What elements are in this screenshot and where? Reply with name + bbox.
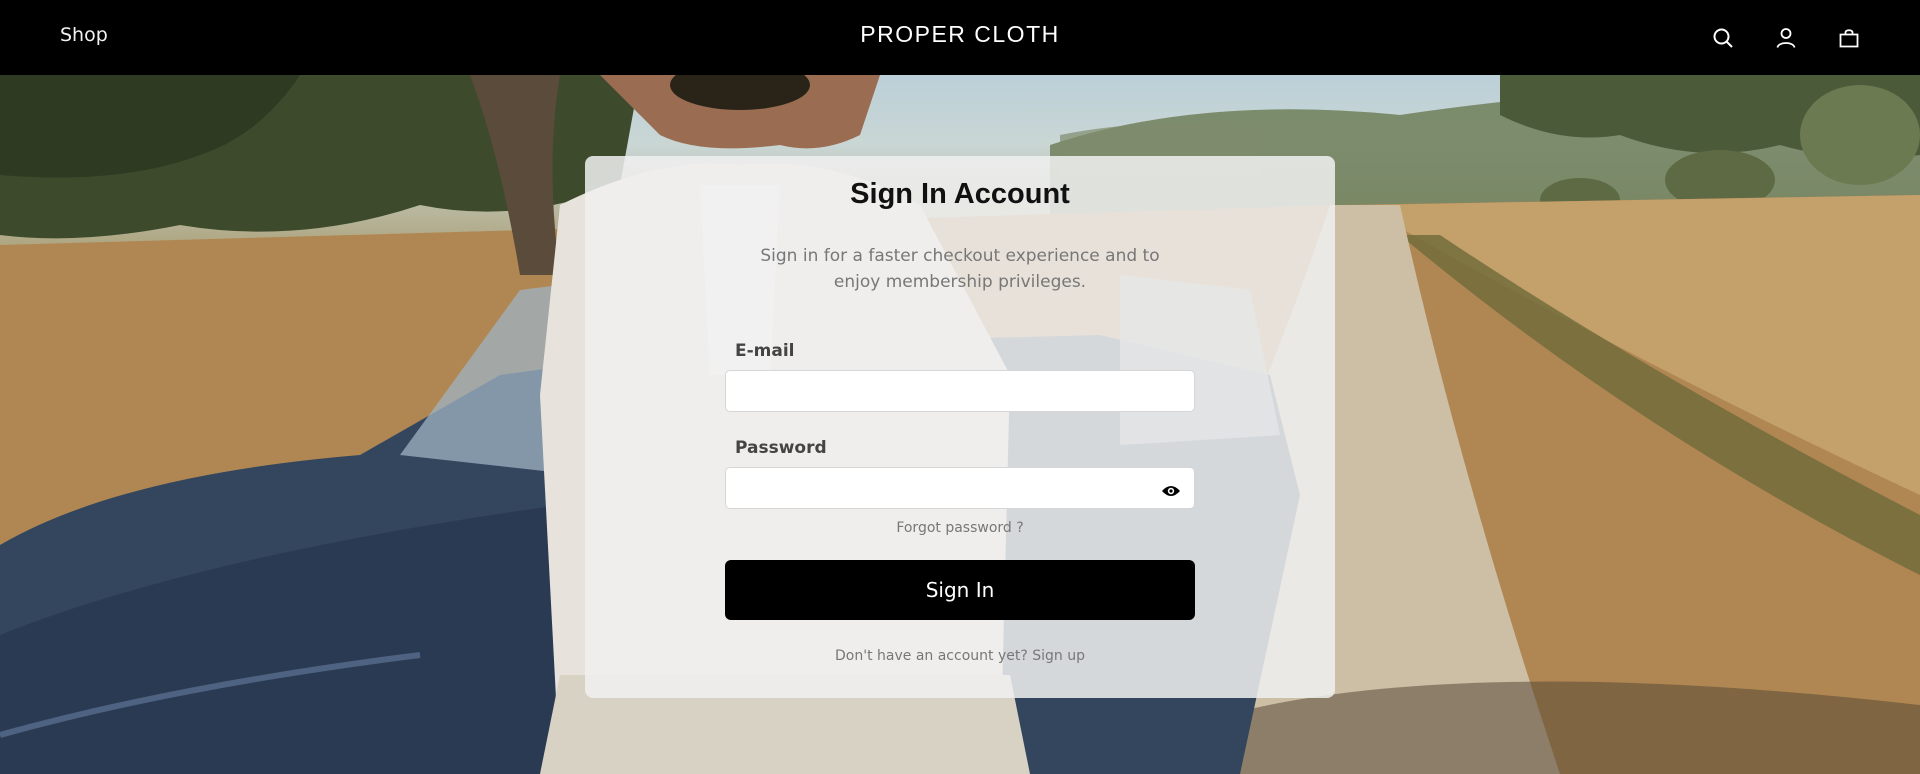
- sign-in-subtitle: Sign in for a faster checkout experience…: [760, 246, 1160, 292]
- account-icon[interactable]: [1772, 24, 1799, 51]
- password-label: Password: [735, 438, 827, 458]
- sign-in-title: Sign In Account: [850, 178, 1070, 210]
- email-field[interactable]: [725, 370, 1195, 412]
- site-header: Shop PROPER CLOTH: [0, 0, 1920, 75]
- sign-in-button[interactable]: Sign In: [725, 560, 1195, 620]
- header-icon-group: [1709, 24, 1862, 51]
- password-field[interactable]: [725, 467, 1195, 509]
- shop-link[interactable]: Shop: [60, 24, 108, 46]
- bag-icon[interactable]: [1835, 24, 1862, 51]
- sign-in-card: Sign In Account Sign in for a faster che…: [585, 156, 1335, 698]
- forgot-password-link[interactable]: Forgot password ?: [585, 520, 1335, 536]
- eye-icon[interactable]: [1159, 479, 1183, 503]
- sign-up-link[interactable]: Don't have an account yet? Sign up: [585, 648, 1335, 664]
- search-icon[interactable]: [1709, 24, 1736, 51]
- brand-logo[interactable]: PROPER CLOTH: [860, 21, 1059, 48]
- email-label: E-mail: [735, 341, 795, 361]
